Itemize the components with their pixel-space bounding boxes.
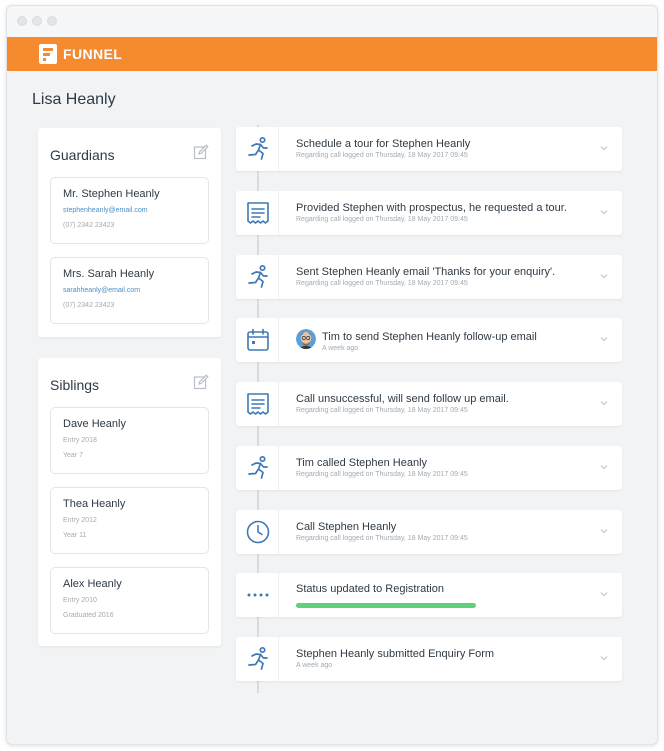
calendar-icon bbox=[247, 328, 269, 351]
sibling-year: Year 11 bbox=[63, 532, 87, 539]
window-zoom-button[interactable] bbox=[47, 16, 57, 26]
event-title: Schedule a tour for Stephen Heanly bbox=[296, 138, 471, 150]
runner-icon bbox=[248, 264, 268, 288]
sibling-entry: Entry 2010 bbox=[63, 597, 97, 604]
note-icon bbox=[247, 393, 269, 415]
event-title: Sent Stephen Heanly email 'Thanks for yo… bbox=[296, 266, 556, 278]
event-subtitle: A week ago bbox=[296, 662, 333, 669]
sibling-year: Year 7 bbox=[63, 452, 83, 459]
guardians-card: Guardians Mr. Stephen Heanly stephenhean… bbox=[38, 128, 221, 337]
window-titlebar bbox=[7, 6, 657, 37]
event-icon-box bbox=[236, 255, 279, 299]
sibling-entry: Entry 2018 bbox=[63, 437, 97, 444]
guardian-name: Mr. Stephen Heanly bbox=[63, 188, 160, 200]
timeline-event[interactable]: Tim to send Stephen Heanly follow-up ema… bbox=[236, 318, 622, 362]
chevron-down-icon[interactable] bbox=[600, 654, 608, 662]
event-icon-box bbox=[236, 573, 279, 617]
sibling-card[interactable]: Dave Heanly Entry 2018 Year 7 bbox=[50, 407, 209, 474]
dots-icon bbox=[247, 593, 269, 597]
event-icon-box bbox=[236, 446, 279, 490]
chevron-down-icon[interactable] bbox=[600, 144, 608, 152]
chevron-down-icon[interactable] bbox=[600, 208, 608, 216]
chevron-down-icon[interactable] bbox=[600, 335, 608, 343]
guardians-title: Guardians bbox=[50, 147, 115, 163]
event-icon-box bbox=[236, 127, 279, 171]
runner-icon bbox=[248, 646, 268, 670]
guardian-card[interactable]: Mr. Stephen Heanly stephenheanly@email.c… bbox=[50, 177, 209, 244]
sibling-entry: Entry 2012 bbox=[63, 517, 97, 524]
event-title: Tim called Stephen Heanly bbox=[296, 457, 428, 469]
event-subtitle: A week ago bbox=[322, 345, 359, 352]
timeline-event[interactable]: Schedule a tour for Stephen Heanly Regar… bbox=[236, 127, 622, 171]
event-subtitle: Regarding call logged on Thursday, 18 Ma… bbox=[296, 152, 468, 159]
event-icon-box bbox=[236, 637, 279, 681]
guardian-phone: (07) 2342 23423 bbox=[63, 222, 115, 229]
event-icon-box bbox=[236, 510, 279, 554]
timeline-event[interactable]: Call Stephen Heanly Regarding call logge… bbox=[236, 510, 622, 554]
event-icon-box bbox=[236, 318, 279, 362]
guardian-email[interactable]: stephenheanly@email.com bbox=[63, 207, 148, 214]
edit-icon[interactable] bbox=[193, 144, 209, 160]
chevron-down-icon[interactable] bbox=[600, 527, 608, 535]
timeline-event[interactable]: Tim called Stephen Heanly Regarding call… bbox=[236, 446, 622, 490]
chevron-down-icon[interactable] bbox=[600, 399, 608, 407]
chevron-down-icon[interactable] bbox=[600, 272, 608, 280]
guardian-phone: (07) 2342 23423 bbox=[63, 302, 115, 309]
siblings-title: Siblings bbox=[50, 377, 100, 393]
event-subtitle: Regarding call logged on Thursday, 18 Ma… bbox=[296, 280, 468, 287]
chevron-down-icon[interactable] bbox=[600, 463, 608, 471]
avatar-icon[interactable] bbox=[296, 329, 316, 349]
status-progress-bar bbox=[296, 603, 476, 608]
event-subtitle: Regarding call logged on Thursday, 18 Ma… bbox=[296, 471, 468, 478]
sibling-name: Alex Heanly bbox=[63, 578, 122, 590]
timeline-event[interactable]: Call unsuccessful, will send follow up e… bbox=[236, 382, 622, 426]
event-title: Stephen Heanly submitted Enquiry Form bbox=[296, 648, 495, 660]
sibling-name: Thea Heanly bbox=[63, 498, 126, 510]
event-icon-box bbox=[236, 382, 279, 426]
event-subtitle: Regarding call logged on Thursday, 18 Ma… bbox=[296, 407, 468, 414]
sibling-card[interactable]: Thea Heanly Entry 2012 Year 11 bbox=[50, 487, 209, 554]
clock-icon bbox=[246, 520, 270, 544]
top-bar: FUNNEL bbox=[7, 37, 657, 71]
timeline-event[interactable]: Provided Stephen with prospectus, he req… bbox=[236, 191, 622, 235]
sibling-year: Graduated 2016 bbox=[63, 612, 114, 619]
event-title: Tim to send Stephen Heanly follow-up ema… bbox=[322, 331, 537, 343]
runner-icon bbox=[248, 455, 268, 479]
timeline-event[interactable]: Status updated to Registration bbox=[236, 573, 622, 617]
siblings-card: Siblings Dave Heanly Entry 2018 Year 7 T… bbox=[38, 358, 221, 646]
funnel-logo-icon[interactable] bbox=[39, 44, 57, 64]
sibling-card[interactable]: Alex Heanly Entry 2010 Graduated 2016 bbox=[50, 567, 209, 634]
chevron-down-icon[interactable] bbox=[600, 590, 608, 598]
window-minimize-button[interactable] bbox=[32, 16, 42, 26]
note-icon bbox=[247, 202, 269, 224]
guardian-name: Mrs. Sarah Heanly bbox=[63, 268, 155, 280]
event-title: Call unsuccessful, will send follow up e… bbox=[296, 393, 509, 405]
guardian-email[interactable]: sarahheanly@email.com bbox=[63, 287, 140, 294]
event-icon-box bbox=[236, 191, 279, 235]
event-subtitle: Regarding call logged on Thursday, 18 Ma… bbox=[296, 535, 468, 542]
timeline-event[interactable]: Stephen Heanly submitted Enquiry Form A … bbox=[236, 637, 622, 681]
event-title: Status updated to Registration bbox=[296, 583, 444, 595]
timeline-event[interactable]: Sent Stephen Heanly email 'Thanks for yo… bbox=[236, 255, 622, 299]
guardian-card[interactable]: Mrs. Sarah Heanly sarahheanly@email.com … bbox=[50, 257, 209, 324]
event-title: Provided Stephen with prospectus, he req… bbox=[296, 202, 567, 214]
page-title: Lisa Heanly bbox=[32, 91, 116, 108]
runner-icon bbox=[248, 136, 268, 160]
sibling-name: Dave Heanly bbox=[63, 418, 126, 430]
brand-name[interactable]: FUNNEL bbox=[63, 46, 122, 62]
event-title: Call Stephen Heanly bbox=[296, 521, 397, 533]
edit-icon[interactable] bbox=[193, 374, 209, 390]
window-close-button[interactable] bbox=[17, 16, 27, 26]
event-subtitle: Regarding call logged on Thursday, 18 Ma… bbox=[296, 216, 468, 223]
